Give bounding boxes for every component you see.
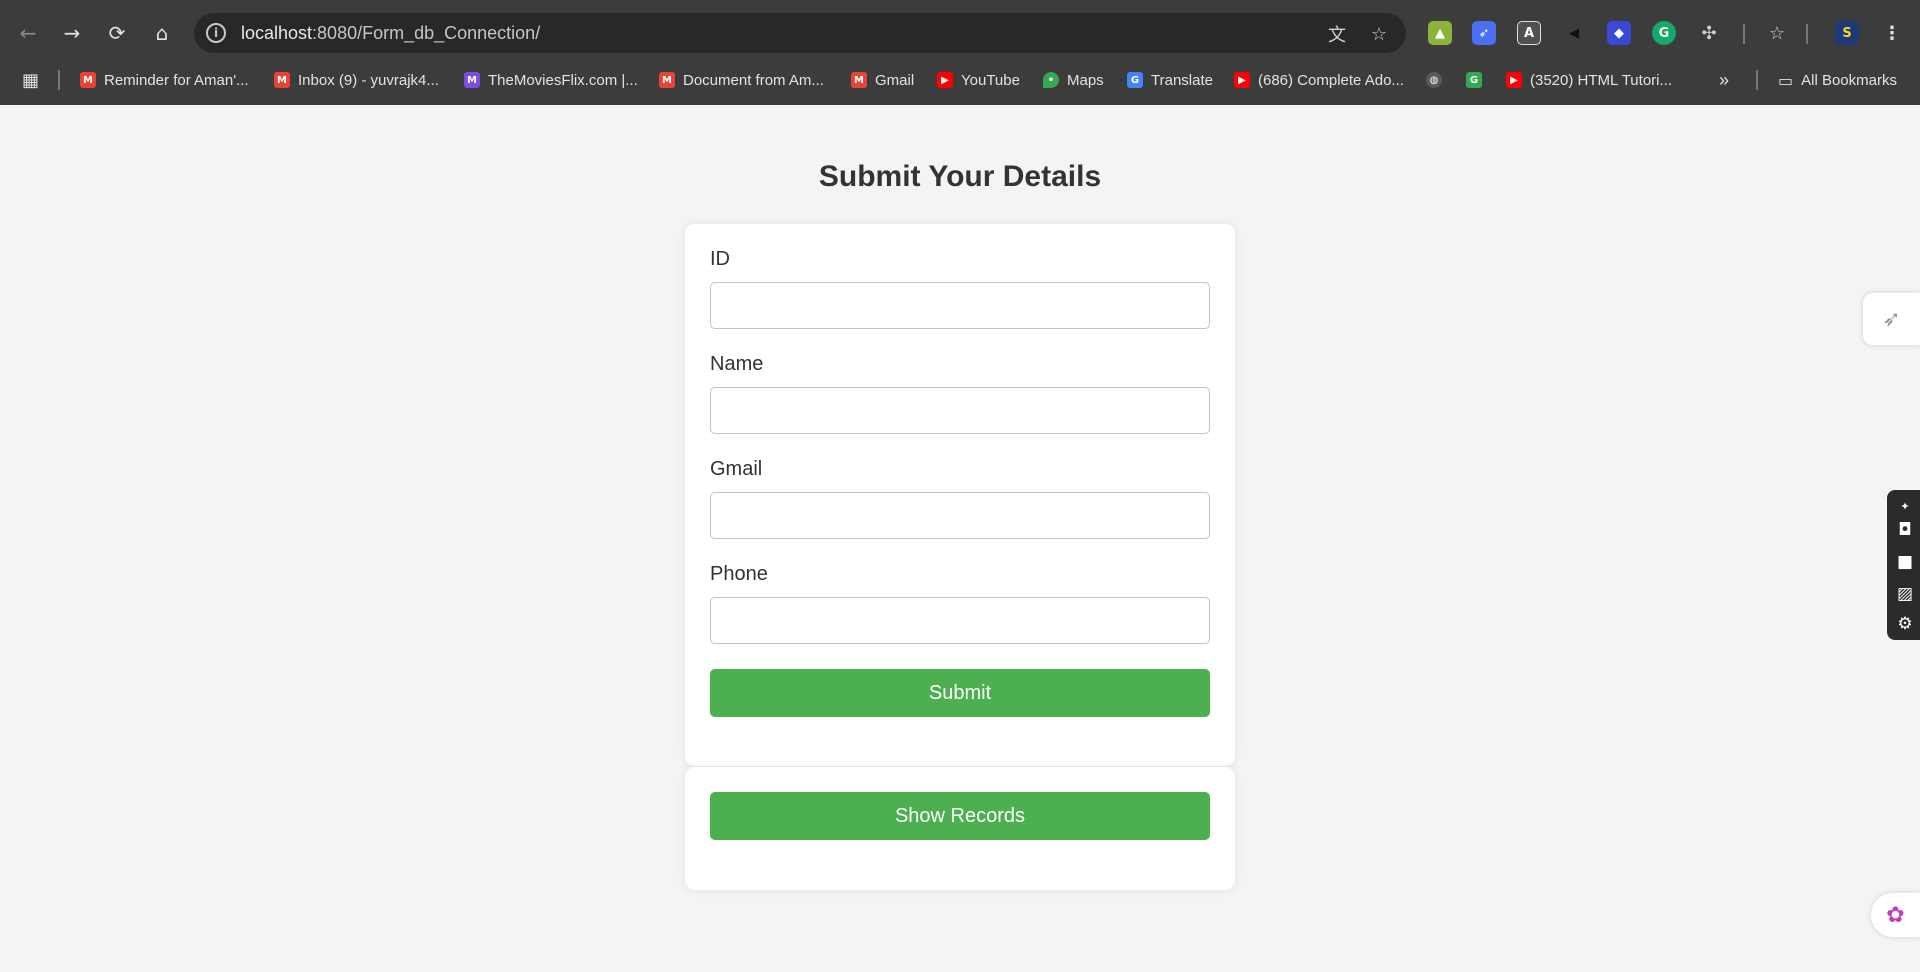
menu-kebab-icon[interactable]: ⋮ [1880, 21, 1904, 45]
id-label: ID [710, 248, 730, 270]
details-form: ID Name Gmail Phone Submit [685, 224, 1235, 766]
pin-icon[interactable]: ✦ [1893, 494, 1917, 518]
site-info-icon[interactable]: i [206, 23, 226, 43]
records-card: Show Records [685, 767, 1235, 890]
bookmark-item[interactable]: ▶ (686) Complete Ado... [1234, 67, 1404, 93]
gallery-icon[interactable]: ▨ [1893, 582, 1917, 606]
youtube-icon: ▶ [1234, 72, 1250, 88]
video-icon[interactable]: ■ [1893, 550, 1917, 574]
profile-avatar[interactable]: S [1835, 21, 1859, 45]
browser-toolbar: ← → ⟳ ⌂ i localhost:8080/Form_db_Connect… [0, 10, 1920, 56]
reload-button[interactable]: ⟳ [102, 18, 132, 48]
camera-icon[interactable]: ◘ [1893, 518, 1917, 542]
bookmark-label: YouTube [961, 71, 1020, 89]
megaphone-extension-icon[interactable]: ◀ [1562, 21, 1586, 45]
bookmarks-divider [1756, 70, 1758, 90]
url-text[interactable]: localhost:8080/Form_db_Connection/ [241, 23, 540, 44]
id-input[interactable] [710, 282, 1210, 329]
bookmarks-overflow-button[interactable]: » [1719, 67, 1729, 93]
bookmark-label: (686) Complete Ado... [1258, 71, 1404, 89]
gmail-icon: M [659, 72, 675, 88]
name-label: Name [710, 353, 764, 375]
bookmark-item[interactable]: M TheMoviesFlix.com |... [464, 67, 638, 93]
bookmark-item[interactable]: ▶ (3520) HTML Tutori... [1506, 67, 1672, 93]
all-bookmarks-button[interactable]: ▭ All Bookmarks [1778, 67, 1897, 93]
apps-grid-icon[interactable]: ▦ [22, 67, 39, 93]
brain-icon[interactable]: ✿ [1871, 893, 1920, 937]
bookmarks-divider [58, 70, 60, 90]
maps-icon: • [1043, 72, 1059, 88]
bookmark-item[interactable]: M Reminder for Aman'... [80, 67, 249, 93]
phone-label: Phone [710, 563, 768, 585]
translate-page-icon[interactable]: 文 [1324, 21, 1350, 47]
gmail-icon: M [80, 72, 96, 88]
youtube-icon: ▶ [1506, 72, 1522, 88]
gmail-icon: M [851, 72, 867, 88]
bookmarks-bar: ▦ M Reminder for Aman'... M Inbox (9) - … [0, 64, 1920, 94]
rocket-icon[interactable]: ➶ [1863, 293, 1920, 345]
grammarly-extension-icon[interactable]: G [1652, 21, 1676, 45]
translate-icon: G [1127, 72, 1143, 88]
submit-button[interactable]: Submit [710, 669, 1210, 717]
bookmark-label: Reminder for Aman'... [104, 71, 249, 89]
toolbar-divider [1743, 24, 1745, 44]
bookmark-item[interactable]: • Maps [1043, 67, 1104, 93]
bookmark-item[interactable]: M Inbox (9) - yuvrajk4... [274, 67, 439, 93]
bookmark-label: (3520) HTML Tutori... [1530, 71, 1672, 89]
folder-icon: ▭ [1778, 70, 1794, 90]
bookmark-label: Translate [1151, 71, 1213, 89]
home-button[interactable]: ⌂ [147, 18, 177, 48]
shield-extension-icon[interactable]: ◆ [1607, 21, 1631, 45]
forward-button[interactable]: → [57, 18, 87, 48]
extensions-puzzle-icon[interactable]: ✣ [1697, 21, 1721, 45]
show-records-button[interactable]: Show Records [710, 792, 1210, 840]
back-button[interactable]: ← [13, 18, 43, 48]
address-bar[interactable]: i localhost:8080/Form_db_Connection/ 文 ☆ [194, 13, 1406, 53]
google-icon: G [1466, 72, 1482, 88]
all-bookmarks-label: All Bookmarks [1801, 71, 1897, 89]
browser-chrome: ← → ⟳ ⌂ i localhost:8080/Form_db_Connect… [0, 0, 1920, 105]
bookmark-item[interactable]: M Gmail [851, 67, 914, 93]
bookmark-item[interactable]: M Document from Am... [659, 67, 824, 93]
pdf-extension-icon[interactable]: A [1517, 21, 1541, 45]
youtube-icon: ▶ [937, 72, 953, 88]
name-input[interactable] [710, 387, 1210, 434]
bookmark-item[interactable]: ◍ [1426, 67, 1442, 93]
gmail-input[interactable] [710, 492, 1210, 539]
page-title: Submit Your Details [818, 160, 1102, 193]
bookmark-label: Maps [1067, 71, 1104, 89]
gmail-label: Gmail [710, 458, 763, 480]
gear-icon[interactable]: ⚙ [1893, 612, 1917, 636]
rocket-extension-icon[interactable]: ➶ [1472, 21, 1496, 45]
globe-icon: ◍ [1426, 72, 1442, 88]
android-extension-icon[interactable]: ▲ [1428, 21, 1452, 45]
bookmark-label: Gmail [875, 71, 915, 89]
moviesflix-icon: M [464, 72, 480, 88]
gmail-icon: M [274, 72, 290, 88]
bookmark-item[interactable]: ▶ YouTube [937, 67, 1020, 93]
capture-toolbar: ✦ ◘ ■ ▨ ⚙ [1887, 490, 1920, 640]
bookmark-star-icon[interactable]: ☆ [1366, 21, 1392, 47]
bookmark-item[interactable]: G Translate [1127, 67, 1213, 93]
bookmark-label: Inbox (9) - yuvrajk4... [298, 71, 439, 89]
phone-input[interactable] [710, 597, 1210, 644]
toolbar-divider [1806, 24, 1808, 44]
bookmark-label: Document from Am... [683, 71, 824, 89]
bookmark-item[interactable]: G [1466, 67, 1482, 93]
reading-list-icon[interactable]: ☆ [1765, 21, 1789, 45]
bookmark-label: TheMoviesFlix.com |... [488, 71, 638, 89]
